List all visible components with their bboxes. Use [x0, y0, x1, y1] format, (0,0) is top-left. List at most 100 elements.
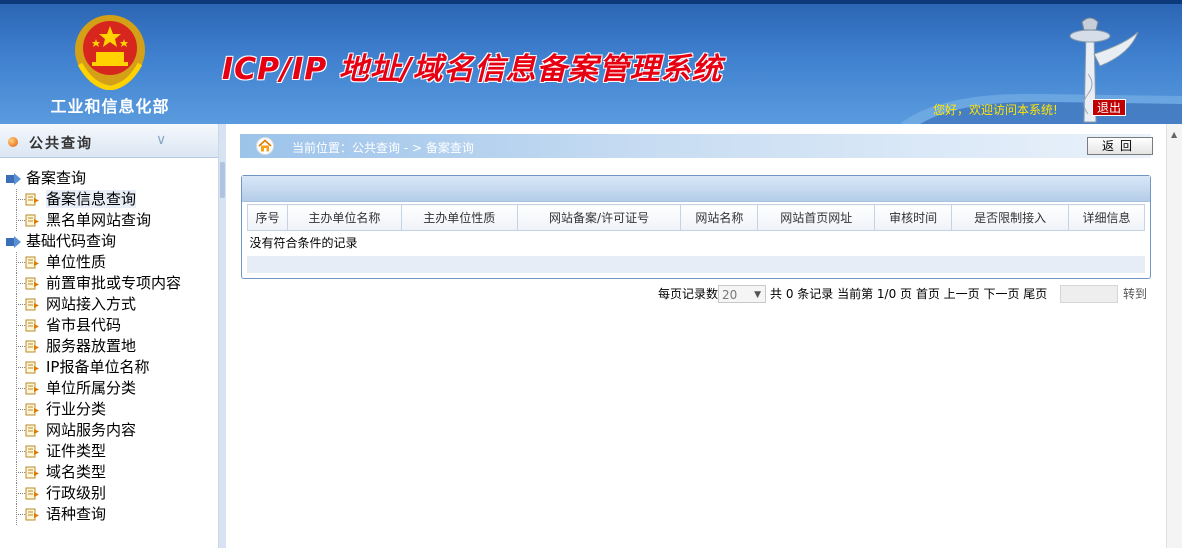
sidebar-heading: 公共查询: [29, 136, 93, 152]
document-arrow-icon: [25, 193, 39, 206]
sidebar-item[interactable]: 备案信息查询: [0, 189, 219, 210]
sidebar-item[interactable]: 域名类型: [0, 462, 219, 483]
document-arrow-icon: [25, 466, 39, 479]
document-arrow-icon: [25, 277, 39, 290]
document-arrow-icon: [25, 298, 39, 311]
sidebar-item-label: 行业分类: [46, 400, 107, 418]
tree-line: [16, 493, 25, 494]
tree-line: [16, 451, 25, 452]
column-header: 网站名称: [680, 204, 759, 231]
sidebar-item[interactable]: 语种查询: [0, 504, 219, 525]
sidebar-item-label: IP报备单位名称: [46, 358, 150, 376]
sidebar-item[interactable]: 行政级别: [0, 483, 219, 504]
sidebar-item-label: 省市县代码: [46, 316, 122, 334]
bullet-icon: [8, 137, 18, 147]
document-arrow-icon: [25, 340, 39, 353]
vertical-scrollbar[interactable]: ▲: [1166, 124, 1182, 548]
back-button[interactable]: 返回: [1087, 137, 1153, 155]
sidebar-item-label: 证件类型: [46, 442, 107, 460]
sidebar-item-label: 网站服务内容: [46, 421, 137, 439]
sidebar-item[interactable]: 单位性质: [0, 252, 219, 273]
home-icon[interactable]: [256, 137, 274, 155]
sidebar: 公共查询 ∨ 备案查询 备案信息查询 黑名单网站查询基础代码查询单位性质前置审批或专…: [0, 124, 219, 548]
tree-line: [16, 514, 25, 515]
sidebar-item-label: 单位所属分类: [46, 379, 137, 397]
table-row: 没有符合条件的记录: [248, 231, 1145, 255]
document-arrow-icon: [25, 445, 39, 458]
sidebar-item-label: 域名类型: [46, 463, 107, 481]
results-panel: 序号 主办单位名称 主办单位性质 网站备案/许可证号 网站名称 网站首页网址 审核时间 是否限…: [241, 175, 1151, 279]
column-header: 序号: [247, 204, 288, 231]
column-header: 审核时间: [874, 204, 953, 231]
main-content: 当前位置：公共查询 - > 备案查询 返回 序号 主办单位名称 主办单位性质 网站备案…: [226, 124, 1166, 548]
collapse-chevron-icon[interactable]: ∨: [156, 132, 166, 148]
document-arrow-icon: [25, 403, 39, 416]
sidebar-header[interactable]: 公共查询 ∨: [0, 124, 218, 158]
sidebar-item[interactable]: 网站服务内容: [0, 420, 219, 441]
document-arrow-icon: [25, 214, 39, 227]
header-top-border: [0, 0, 1182, 4]
sidebar-item-label: 网站接入方式: [46, 295, 137, 313]
sidebar-item[interactable]: 行业分类: [0, 399, 219, 420]
dropdown-arrow-icon: ▼: [754, 290, 762, 300]
welcome-text: 您好，欢迎访问本系统!: [933, 103, 1058, 117]
table-header-row: 序号 主办单位名称 主办单位性质 网站备案/许可证号 网站名称 网站首页网址 审核时间 是否限…: [247, 204, 1145, 231]
results-panel-caption: [242, 176, 1150, 202]
tree-line: [16, 346, 25, 347]
sidebar-item[interactable]: IP报备单位名称: [0, 357, 219, 378]
per-page-label: 每页记录数: [658, 287, 719, 301]
folder-arrow-icon: [6, 236, 21, 248]
breadcrumb-path: 当前位置：公共查询 - > 备案查询: [292, 141, 474, 155]
sidebar-item-label: 备案信息查询: [46, 190, 137, 208]
sidebar-item[interactable]: 黑名单网站查询: [0, 210, 219, 231]
tree-line: [16, 220, 25, 221]
logout-button[interactable]: 退出: [1092, 99, 1126, 116]
sidebar-item-label: 行政级别: [46, 484, 107, 502]
tree-line: [16, 430, 25, 431]
sidebar-item[interactable]: 证件类型: [0, 441, 219, 462]
tree-line: [16, 388, 25, 389]
sidebar-item-label: 黑名单网站查询: [46, 211, 152, 229]
tree-line: [16, 262, 25, 263]
document-arrow-icon: [25, 319, 39, 332]
column-header: 主办单位名称: [286, 204, 402, 231]
document-arrow-icon: [25, 508, 39, 521]
tree-line: [16, 283, 25, 284]
sidebar-group[interactable]: 备案查询: [0, 168, 219, 189]
sidebar-item-label: 服务器放置地: [46, 337, 137, 355]
sidebar-group[interactable]: 基础代码查询: [0, 231, 219, 252]
system-title: ICP/IP 地址/域名信息备案管理系统: [222, 52, 723, 87]
scroll-up-icon[interactable]: ▲: [1171, 130, 1177, 139]
goto-page-input[interactable]: [1060, 285, 1118, 303]
splitter-handle[interactable]: [220, 162, 225, 198]
sidebar-item[interactable]: 网站接入方式: [0, 294, 219, 315]
app-header: 工业和信息化部 ICP/IP 地址/域名信息备案管理系统 您好，欢迎访问本系统!…: [0, 0, 1182, 124]
sidebar-item[interactable]: 单位所属分类: [0, 378, 219, 399]
sidebar-item[interactable]: 省市县代码: [0, 315, 219, 336]
per-page-value: 20: [722, 288, 738, 302]
sidebar-item[interactable]: 服务器放置地: [0, 336, 219, 357]
empty-message: 没有符合条件的记录: [249, 236, 358, 251]
per-page-select[interactable]: 20 ▼: [718, 285, 767, 303]
sidebar-item-label: 前置审批或专项内容: [46, 274, 182, 292]
column-header: 网站首页网址: [757, 204, 876, 231]
tree-line: [16, 325, 25, 326]
tree-line: [16, 199, 25, 200]
folder-arrow-icon: [6, 173, 21, 185]
document-arrow-icon: [25, 424, 39, 437]
document-arrow-icon: [25, 361, 39, 374]
sidebar-item[interactable]: 前置审批或专项内容: [0, 273, 219, 294]
tree-line: [16, 367, 25, 368]
pager-summary[interactable]: 共 0 条记录 当前第 1/0 页 首页 上一页 下一页 尾页: [770, 287, 1047, 301]
tree-line: [16, 409, 25, 410]
results-table: 序号 主办单位名称 主办单位性质 网站备案/许可证号 网站名称 网站首页网址 审核时间 是否限…: [247, 204, 1145, 255]
document-arrow-icon: [25, 382, 39, 395]
results-panel-footer: [247, 256, 1145, 273]
national-emblem-icon: [75, 15, 145, 90]
sidebar-splitter[interactable]: [219, 124, 226, 548]
goto-button[interactable]: 转到: [1123, 285, 1147, 303]
sidebar-item-label: 单位性质: [46, 253, 107, 271]
sidebar-group-label: 基础代码查询: [26, 232, 117, 250]
breadcrumb: 当前位置：公共查询 - > 备案查询 返回: [240, 134, 1153, 158]
tree-line: [16, 472, 25, 473]
